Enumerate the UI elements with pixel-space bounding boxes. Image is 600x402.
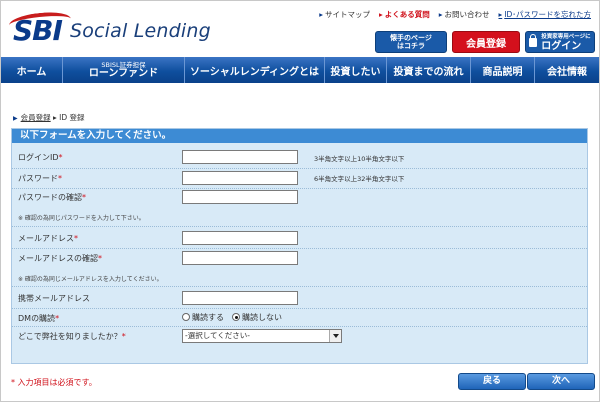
form-title: 以下フォームを入力してください。 — [12, 129, 587, 143]
dm-unsubscribe-option[interactable]: 購読しない — [232, 312, 282, 323]
required-note: * 入力項目は必須です。 — [11, 378, 97, 387]
nav-item-about-social-lending[interactable]: ソーシャルレンディングとは — [185, 57, 325, 83]
utility-links: ▸ サイトマップ ▸ よくある質問 ▸ お問い合わせ ▸ ID･パスワードを忘れた方 — [319, 9, 591, 20]
password-hint: 6半角文字以上32半角文字以下 — [314, 175, 405, 183]
forgot-id-password-link[interactable]: ▸ ID･パスワードを忘れた方 — [498, 9, 591, 20]
triangle-icon: ▸ — [378, 10, 383, 19]
beginner-page-button[interactable]: 懐手のページ はコチラ — [375, 31, 447, 53]
login-id-input[interactable] — [182, 150, 298, 164]
breadcrumb: ▶ 会員登録 ▸ ID 登録 — [13, 112, 85, 123]
registration-form: 以下フォームを入力してください。 ログインID* 3半角文字以上10半角文字以下… — [11, 128, 588, 364]
contact-link[interactable]: ▸ お問い合わせ — [439, 9, 490, 20]
sbi-social-lending-logo[interactable]: SBI Social Lending — [8, 9, 211, 45]
nav-item-invest[interactable]: 投資したい — [325, 57, 387, 83]
dropdown-arrow-icon[interactable] — [329, 330, 341, 342]
password-confirm-input[interactable] — [182, 190, 298, 204]
nav-item-home[interactable]: ホーム — [1, 57, 63, 83]
email-input[interactable] — [182, 231, 298, 245]
radio-unchecked-icon[interactable] — [182, 313, 190, 321]
member-register-button[interactable]: 会員登録 — [452, 31, 520, 53]
email-confirm-note: ※ 確認の為同じメールアドレスを入力してください。 — [18, 276, 163, 283]
email-label: メールアドレス* — [18, 234, 78, 243]
mobile-email-row: 携帯メールアドレス — [12, 287, 587, 309]
nav-item-products[interactable]: 商品説明 — [471, 57, 535, 83]
triangle-icon: ▶ — [13, 115, 18, 122]
nav-item-company[interactable]: 会社情報 — [535, 57, 599, 83]
triangle-icon: ▸ — [498, 10, 503, 19]
nav-item-invest-flow[interactable]: 投資までの流れ — [387, 57, 471, 83]
email-confirm-label: メールアドレスの確認* — [18, 254, 102, 263]
nav-item-loan-fund[interactable]: SBISL証券担保 ローンファンド — [63, 57, 185, 83]
logo-sbi-text: SBI — [8, 9, 72, 45]
mobile-email-label: 携帯メールアドレス — [18, 294, 90, 303]
breadcrumb-member-register-link[interactable]: 会員登録 — [21, 113, 51, 122]
page: SBI Social Lending ▸ サイトマップ ▸ よくある質問 ▸ お問い合… — [0, 0, 600, 402]
dm-row: DMの購読* 購読する 購読しない — [12, 309, 587, 327]
password-confirm-label: パスワードの確認* — [18, 193, 86, 202]
login-id-row: ログインID* 3半角文字以上10半角文字以下 — [12, 149, 587, 169]
breadcrumb-separator: ▸ — [53, 113, 57, 122]
email-confirm-row: メールアドレスの確認* ※ 確認の為同じメールアドレスを入力してください。 — [12, 249, 587, 289]
password-label: パスワード* — [18, 174, 62, 183]
next-button[interactable]: 次へ — [527, 373, 595, 390]
source-select-value: -選択してください- — [185, 331, 250, 340]
dm-label: DMの購読* — [18, 314, 60, 323]
password-row: パスワード* 6半角文字以上32半角文字以下 — [12, 169, 587, 189]
source-label: どこで弊社を知りましたか？* — [18, 332, 126, 341]
back-button[interactable]: 戻る — [458, 373, 526, 390]
investor-login-button[interactable]: 投資家専用ページに ログイン — [525, 31, 595, 53]
triangle-icon: ▸ — [319, 10, 323, 19]
login-id-hint: 3半角文字以上10半角文字以下 — [314, 155, 405, 163]
source-row: どこで弊社を知りましたか？* -選択してください- — [12, 327, 587, 345]
dm-subscribe-option[interactable]: 購読する — [182, 312, 224, 323]
main-nav: ホーム SBISL証券担保 ローンファンド ソーシャルレンディングとは 投資した… — [1, 57, 599, 83]
faq-link[interactable]: ▸ よくある質問 — [379, 9, 430, 20]
password-input[interactable] — [182, 171, 298, 185]
email-row: メールアドレス* — [12, 227, 587, 247]
breadcrumb-current: ID 登録 — [59, 113, 85, 122]
lock-icon — [529, 33, 538, 47]
triangle-icon: ▸ — [438, 10, 443, 19]
login-id-label: ログインID* — [18, 153, 63, 162]
dm-radio-group: 購読する 購読しない — [182, 312, 282, 323]
radio-checked-icon[interactable] — [232, 313, 240, 321]
mobile-email-input[interactable] — [182, 291, 298, 305]
sitemap-link[interactable]: ▸ サイトマップ — [319, 9, 370, 20]
email-confirm-input[interactable] — [182, 251, 298, 265]
password-confirm-row: パスワードの確認* ※ 確認の為同じパスワードを入力して下さい。 — [12, 189, 587, 229]
source-select[interactable]: -選択してください- — [182, 329, 342, 343]
password-confirm-note: ※ 確認の為同じパスワードを入力して下さい。 — [18, 215, 145, 222]
logo-product-name: Social Lending — [69, 20, 211, 42]
